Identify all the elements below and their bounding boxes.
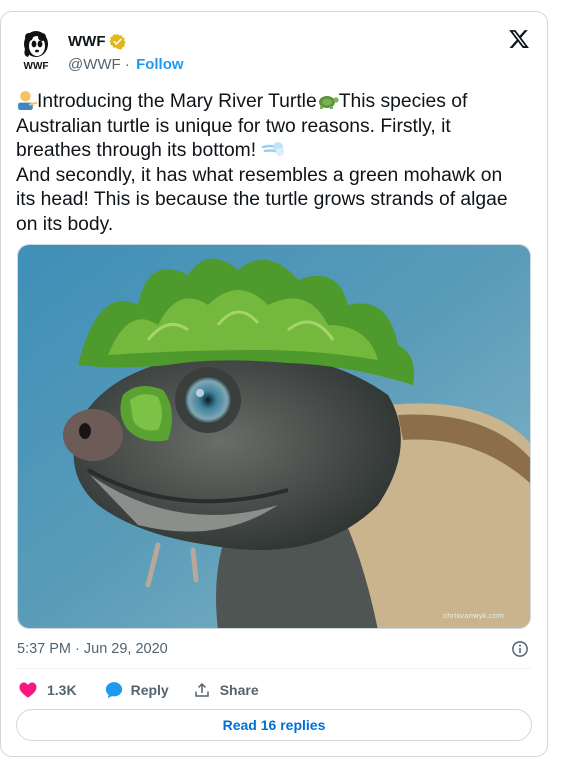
- share-label: Share: [219, 682, 259, 698]
- tweet-timestamp[interactable]: 5:37 PM · Jun 29, 2020: [17, 641, 168, 657]
- reply-label: Reply: [130, 682, 169, 698]
- turtle-emoji: [318, 96, 339, 109]
- tweet-line-1b: This species of: [338, 91, 468, 112]
- like-button[interactable]: 1.3K: [18, 680, 77, 700]
- reply-bubble-icon: [105, 682, 122, 699]
- info-icon[interactable]: [511, 640, 529, 658]
- turtle-photo-illustration: [18, 245, 530, 628]
- like-count: 1.3K: [47, 682, 77, 698]
- dash-emoji: [262, 142, 285, 157]
- tweet-line: its head! This is because the turtle gro…: [16, 188, 536, 213]
- heart-icon: [19, 682, 37, 698]
- author-display-name[interactable]: WWF: [68, 33, 105, 50]
- tweet-line-5: its head! This is because the turtle gro…: [16, 189, 508, 211]
- divider: [16, 668, 532, 669]
- tweet-line: Australian turtle is unique for two reas…: [16, 115, 536, 140]
- action-bar: 1.3K Reply Share: [18, 680, 259, 700]
- tweet-line-1: Introducing the Mary River Turtle: [37, 91, 317, 112]
- tweet-line: breathes through its bottom!: [16, 139, 536, 164]
- tweet-line: And secondly, it has what resembles a gr…: [16, 164, 536, 189]
- tweet-photo[interactable]: chrisvanwyk.com: [17, 244, 531, 629]
- photo-watermark: chrisvanwyk.com: [443, 612, 504, 620]
- svg-text:WWF: WWF: [24, 61, 49, 71]
- tweet-card: WWF WWF @WWF · Follow Introducing the Ma…: [0, 11, 548, 757]
- author-handle[interactable]: @WWF: [68, 56, 121, 73]
- x-logo-icon[interactable]: [508, 28, 530, 50]
- share-upload-icon: [194, 682, 209, 697]
- tweet-line: on its body.: [16, 213, 536, 238]
- tweet-line-4: And secondly, it has what resembles a gr…: [16, 164, 503, 186]
- wwf-panda-logo[interactable]: WWF: [16, 29, 56, 71]
- tweet-text: Introducing the Mary River Turtle This s…: [16, 89, 536, 238]
- person-pointing-emoji: [18, 91, 37, 110]
- verified-badge-icon: [109, 33, 127, 49]
- reply-button[interactable]: Reply: [104, 680, 169, 700]
- share-button[interactable]: Share: [193, 681, 259, 699]
- author-block: WWF @WWF · Follow: [68, 32, 184, 74]
- tweet-line-3: breathes through its bottom!: [16, 140, 257, 162]
- read-replies-button[interactable]: Read 16 replies: [16, 709, 532, 741]
- tweet-line-6: on its body.: [16, 213, 114, 235]
- handle-separator: ·: [120, 56, 135, 73]
- tweet-line: Introducing the Mary River Turtle This s…: [16, 89, 536, 115]
- follow-button[interactable]: Follow: [136, 56, 184, 73]
- tweet-line-2: Australian turtle is unique for two reas…: [16, 115, 451, 137]
